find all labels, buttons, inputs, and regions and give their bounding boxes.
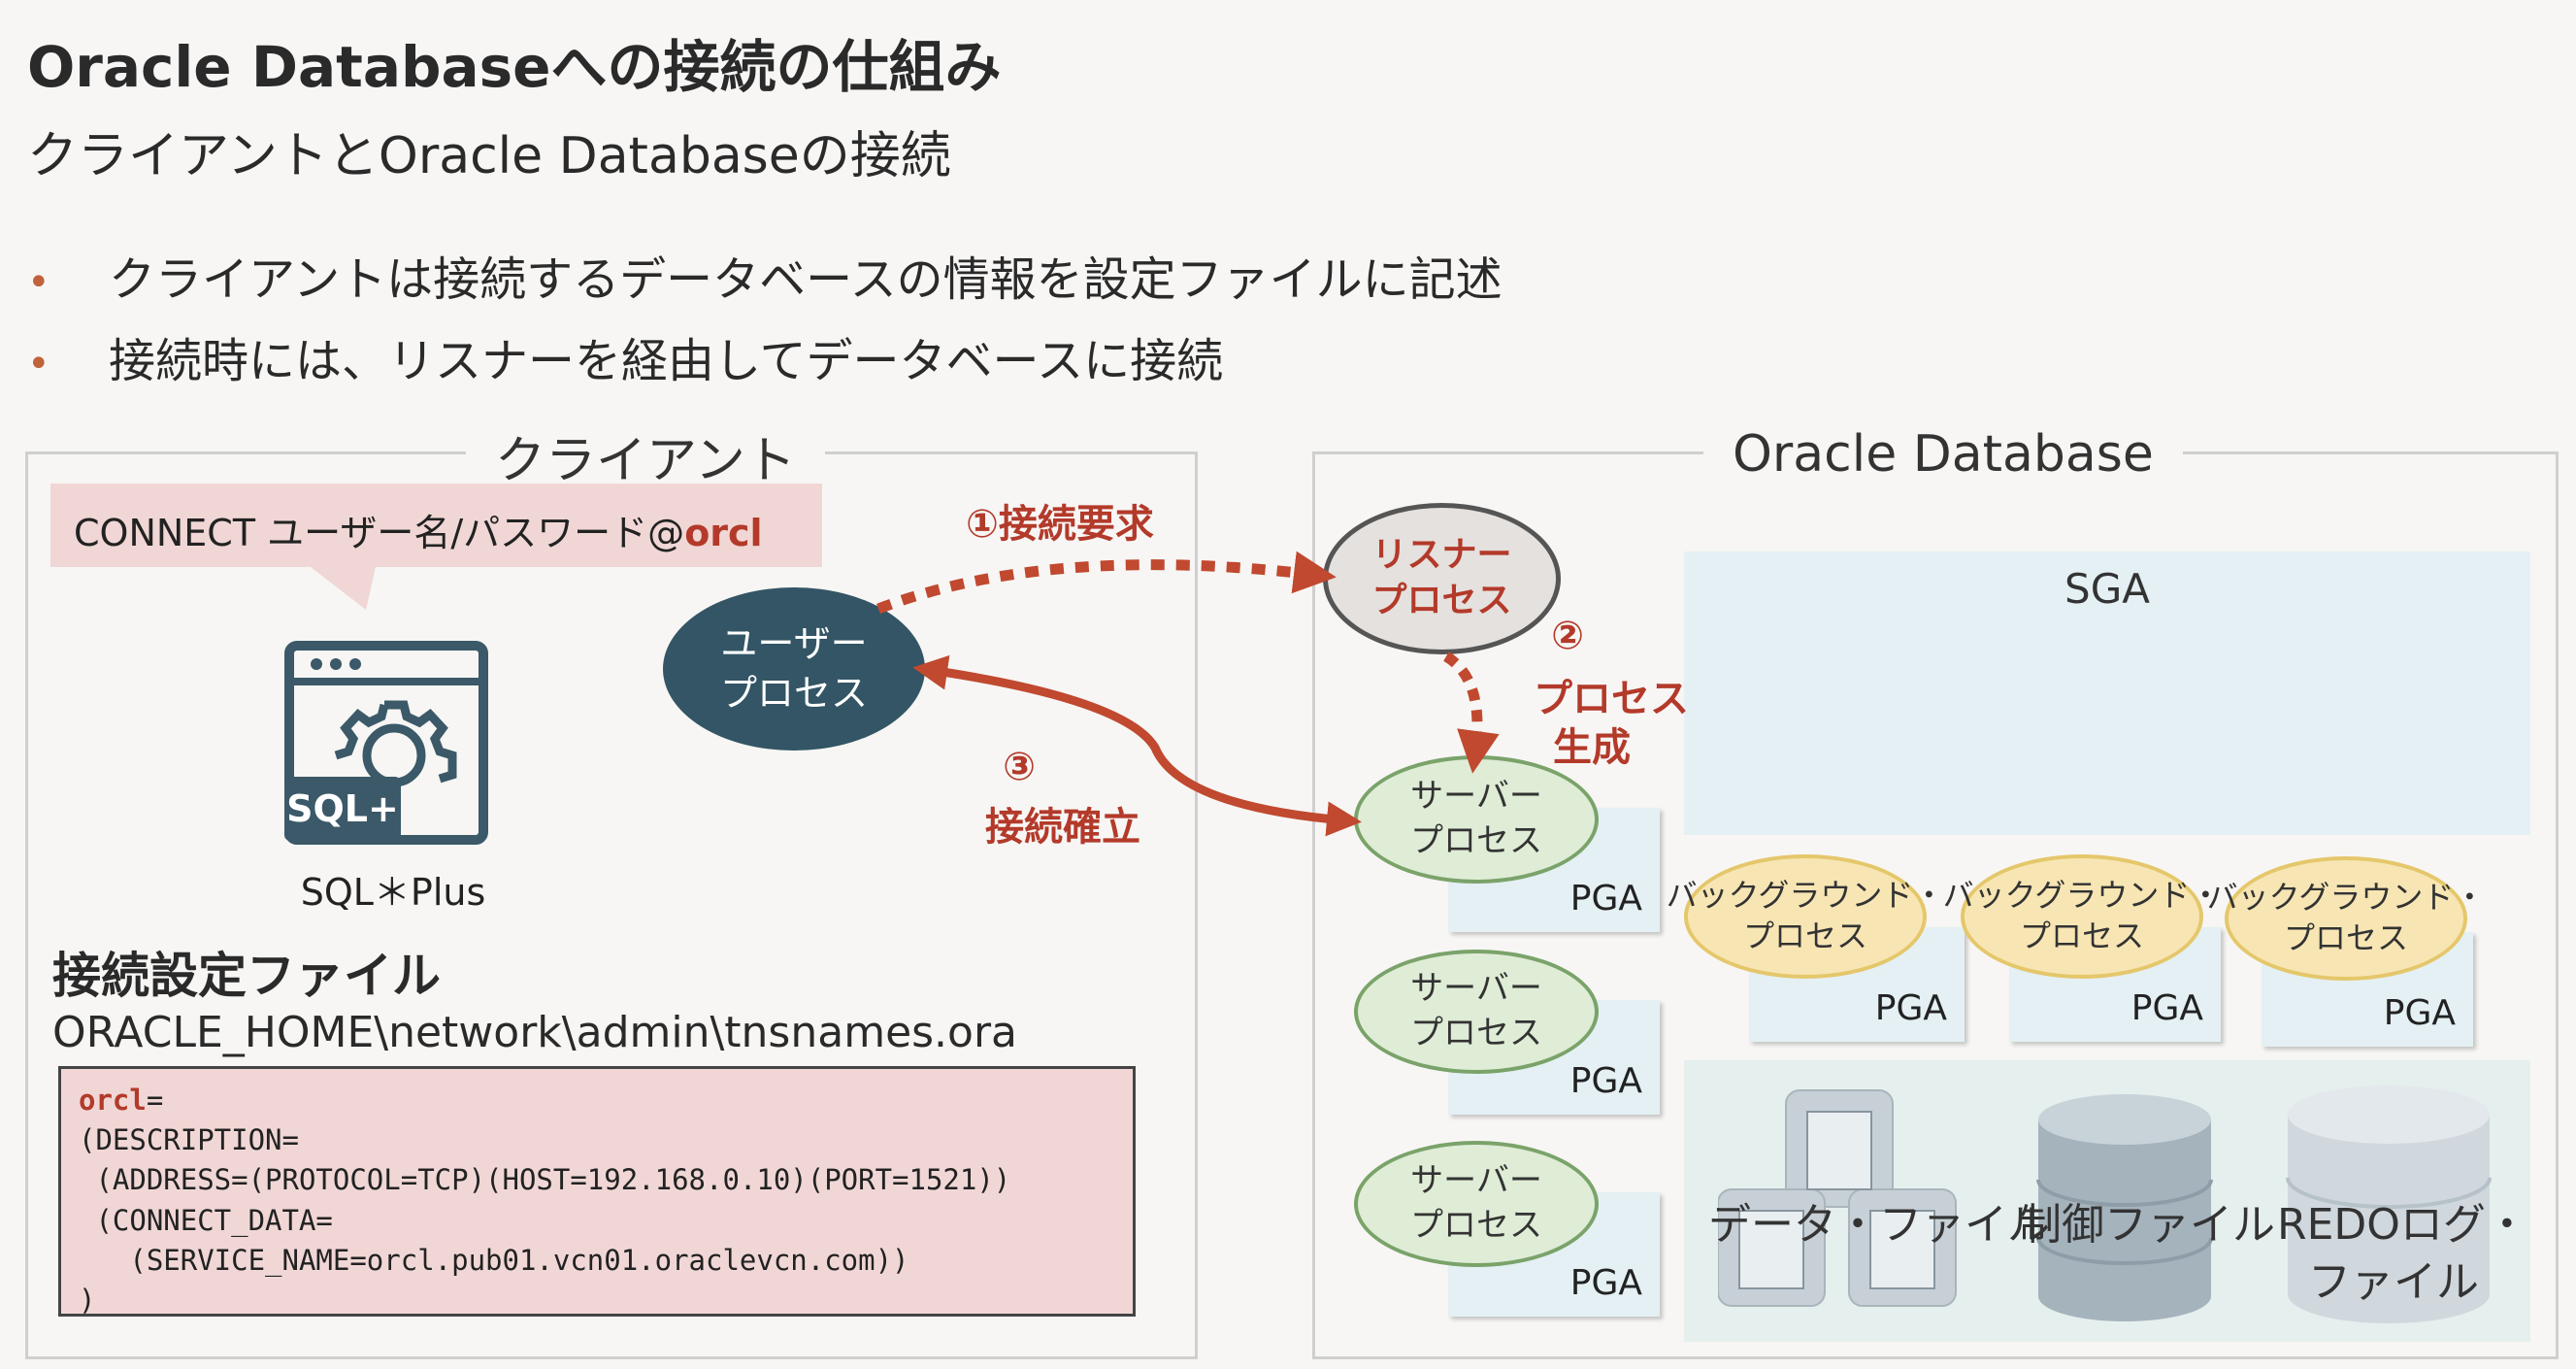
step1-label: ①接続要求 bbox=[966, 502, 1154, 547]
step2-label: プロセス 生成 bbox=[1534, 677, 1689, 770]
step2-arrow bbox=[1442, 651, 1500, 774]
step3-arrow bbox=[912, 654, 1362, 837]
step1-arrow bbox=[876, 551, 1337, 615]
step2-number: ② bbox=[1551, 614, 1584, 658]
connection-arrows bbox=[876, 551, 1500, 837]
step3-number: ③ bbox=[1003, 745, 1036, 789]
step3-label: 接続確立 bbox=[985, 805, 1140, 850]
